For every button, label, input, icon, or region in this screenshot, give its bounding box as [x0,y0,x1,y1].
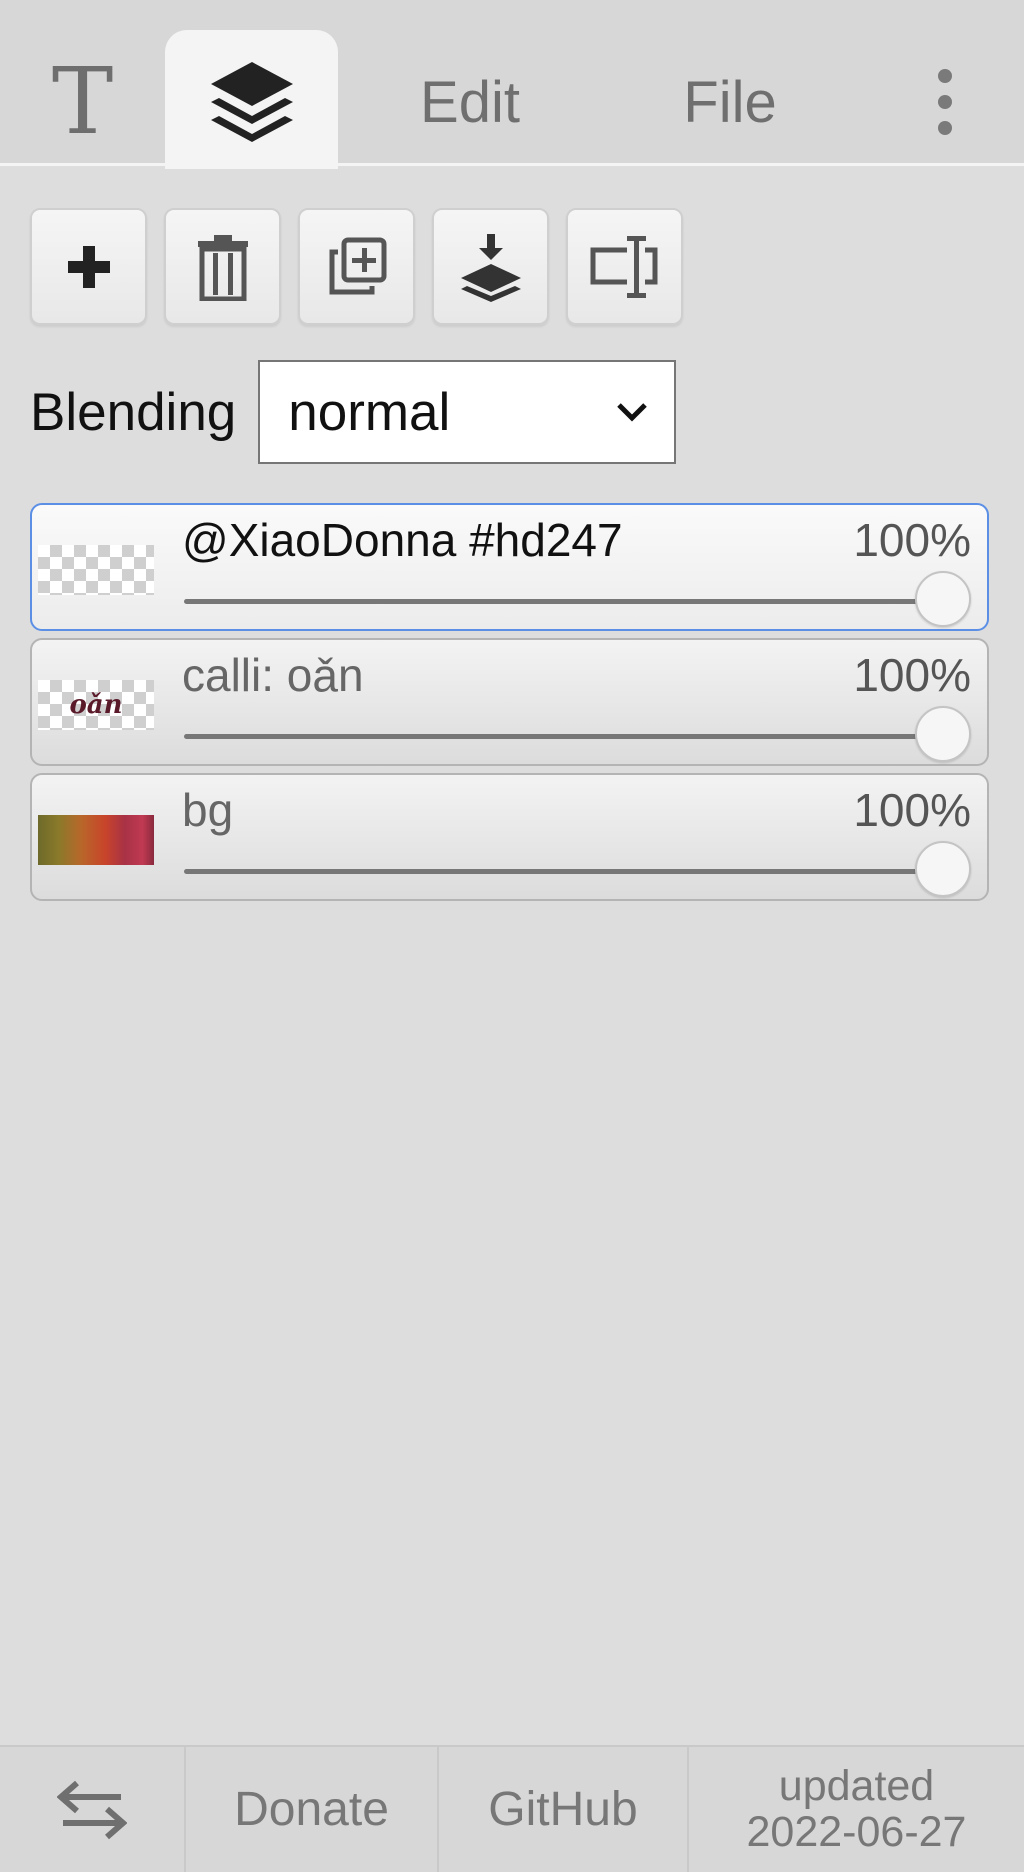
rename-layer-button[interactable] [566,208,683,325]
rename-icon [590,235,657,298]
layers-list: @XiaoDonna #hd247 100% oǎn calli: oǎn 10… [30,503,989,908]
github-link[interactable]: GitHub [439,1747,689,1872]
blending-select[interactable]: normal [258,360,677,464]
more-dot [938,95,952,109]
more-menu-button[interactable] [912,30,978,166]
tab-bar: T Edit File [0,0,1024,169]
layer-thumbnail [38,815,154,865]
layer-opacity-value: 100% [853,514,971,566]
trash-icon [197,234,248,301]
opacity-slider-track[interactable] [184,599,957,604]
more-dot [938,121,952,135]
layer-name: bg [182,784,234,836]
plus-icon [67,245,110,288]
layer-name: @XiaoDonna #hd247 [182,514,623,566]
swap-arrows-icon [57,1780,127,1839]
blending-value: normal [288,382,451,442]
tab-edit[interactable]: Edit [395,30,545,166]
duplicate-layer-button[interactable] [298,208,415,325]
tab-layers[interactable] [165,30,338,169]
updated-date: 2022-06-27 [746,1807,967,1856]
delete-layer-button[interactable] [164,208,281,325]
donate-label: Donate [234,1783,389,1836]
tab-text-tool[interactable]: T [20,30,145,166]
merge-down-icon [460,233,521,302]
opacity-slider-track[interactable] [184,869,957,874]
blending-row: Blending normal [30,360,677,464]
github-label: GitHub [488,1783,638,1836]
tab-edit-label: Edit [420,69,520,135]
updated-label: updated [778,1762,935,1811]
tab-file[interactable]: File [655,30,805,166]
swap-panel-button[interactable] [0,1747,186,1872]
blending-label: Blending [30,382,237,442]
layer-item[interactable]: bg 100% [30,773,989,901]
layer-opacity-value: 100% [853,784,971,836]
layers-icon [210,61,293,142]
layer-thumbnail [38,545,154,595]
layer-thumbnail: oǎn [38,680,154,730]
duplicate-icon [329,237,386,294]
layer-opacity-value: 100% [853,649,971,701]
merge-down-button[interactable] [432,208,549,325]
layer-toolbar [30,208,683,325]
layer-name: calli: oǎn [182,649,364,701]
text-tool-icon: T [51,48,114,155]
opacity-slider-handle[interactable] [915,571,971,627]
layer-item[interactable]: oǎn calli: oǎn 100% [30,638,989,766]
add-layer-button[interactable] [30,208,147,325]
footer-bar: Donate GitHub updated 2022-06-27 [0,1745,1024,1872]
opacity-slider-handle[interactable] [915,706,971,762]
opacity-slider-track[interactable] [184,734,957,739]
updated-info: updated 2022-06-27 [689,1747,1024,1872]
chevron-down-icon [617,403,648,422]
layer-item[interactable]: @XiaoDonna #hd247 100% [30,503,989,631]
opacity-slider-handle[interactable] [915,841,971,897]
more-vertical-icon [938,69,952,83]
donate-link[interactable]: Donate [186,1747,439,1872]
calligraphy-thumbnail-text: oǎn [69,690,123,720]
tab-file-label: File [683,69,777,135]
